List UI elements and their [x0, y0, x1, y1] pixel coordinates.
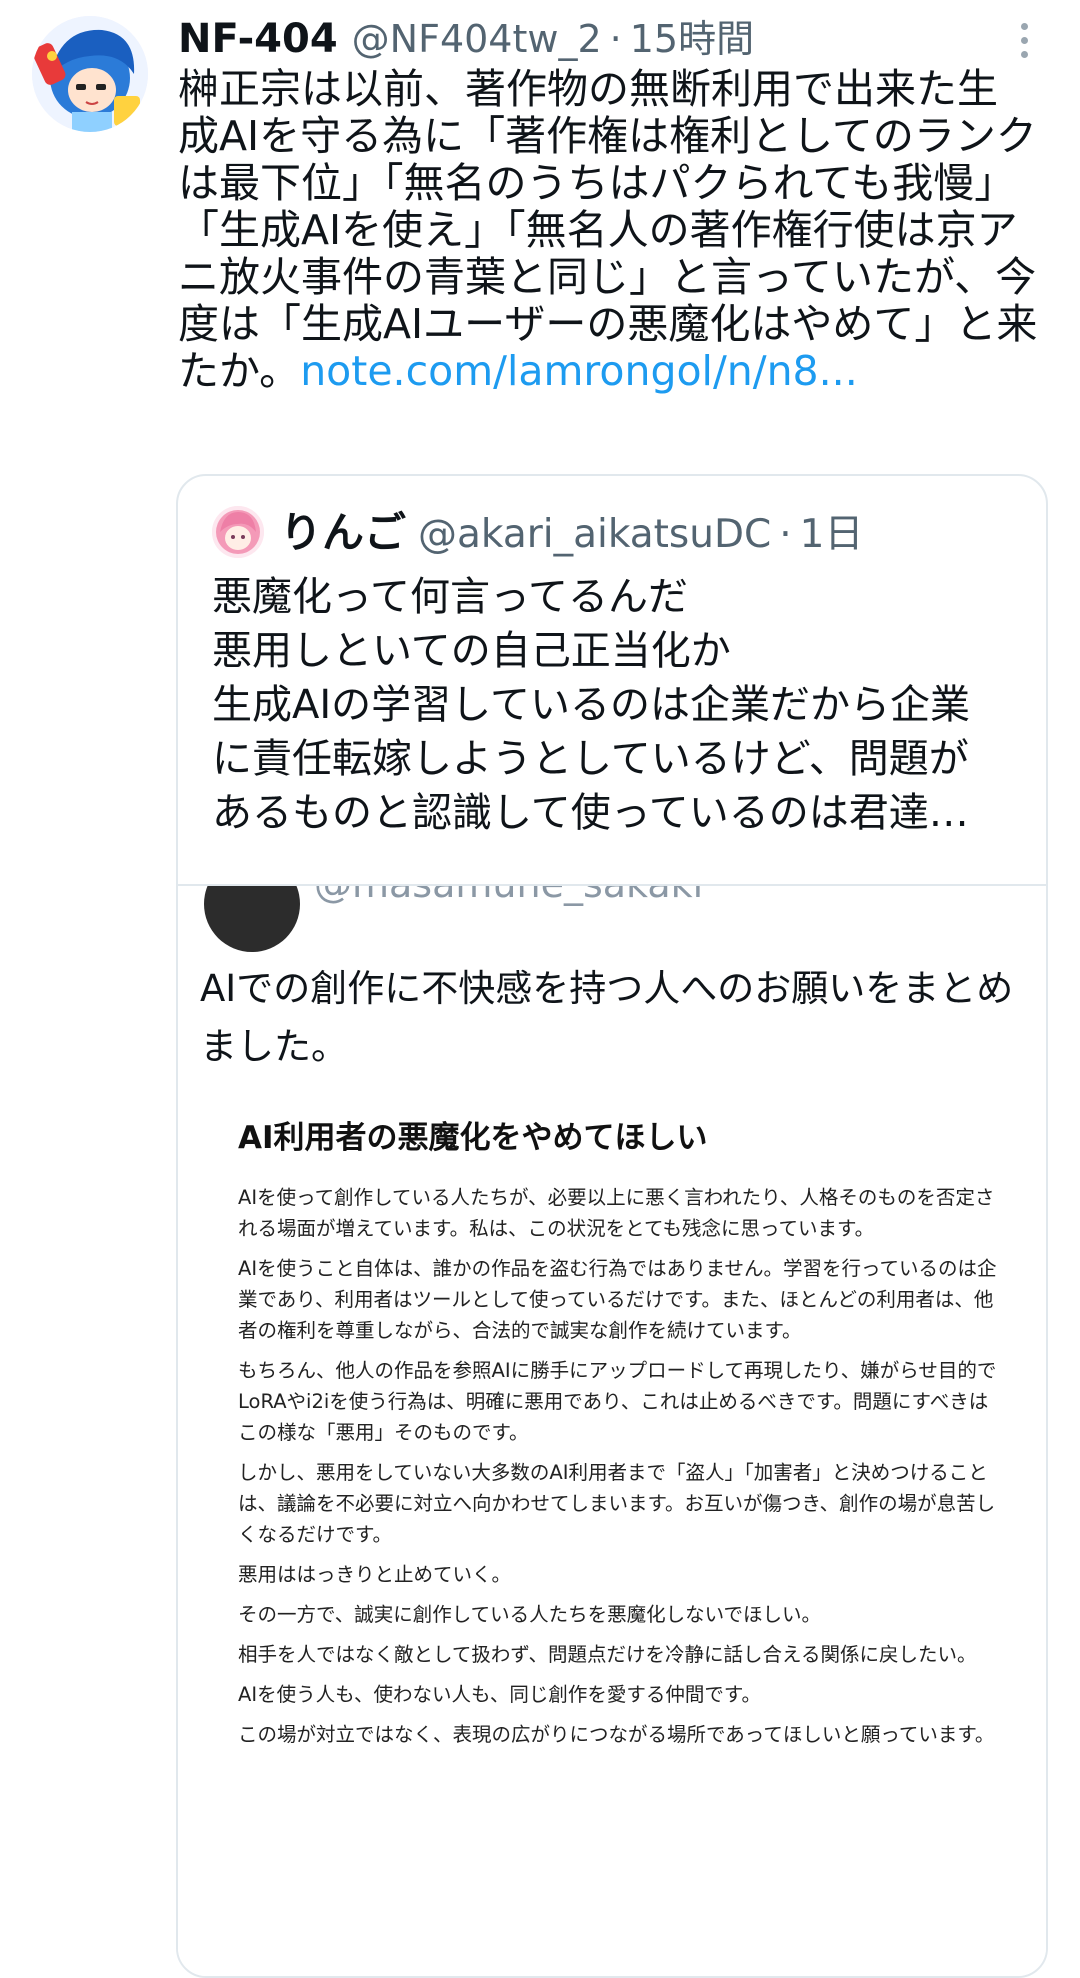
- doc-paragraph: この場が対立ではなく、表現の広がりにつながる場所であってほしいと願っています。: [238, 1723, 995, 1746]
- quoted-line: 悪用しといての自己正当化か: [212, 628, 731, 674]
- user-handle[interactable]: @NF404tw_2: [352, 14, 602, 64]
- more-options-icon[interactable]: [1006, 18, 1042, 62]
- doc-paragraph: 相手を人ではなく敵として扱わず、問題点だけを冷静に話し合える関係に戻したい。: [238, 1643, 977, 1666]
- avatar[interactable]: [32, 16, 148, 132]
- quoted-avatar[interactable]: [212, 506, 264, 558]
- quoted-timestamp[interactable]: 1日: [800, 508, 864, 562]
- quoted-header: りんご @akari_aikatsuDC · 1日: [280, 506, 863, 560]
- quoted-line: に責任転嫁しようとしているけど、問題が: [212, 736, 969, 782]
- tweet-header: NF-404 @NF404tw_2 · 15時間: [178, 14, 754, 64]
- doc-paragraph: AIを使う人も、使わない人も、同じ創作を愛する仲間です。: [238, 1683, 761, 1706]
- tweet-text: 榊正宗は以前、著作物の無断利用で出来た生成AIを守る為に「著作権は権利としてのラ…: [178, 66, 1038, 395]
- quoted-line: 悪魔化って何言ってるんだ: [212, 574, 688, 620]
- attached-image[interactable]: AI利用者の悪魔化をやめてほしい AIを使って創作している人たちが、必要以上に悪…: [178, 1086, 1046, 1976]
- quoted-text: 悪魔化って何言ってるんだ 悪用しといての自己正当化か 生成AIの学習しているのは…: [212, 570, 1012, 840]
- quoted-display-name[interactable]: りんご: [280, 506, 406, 560]
- tweet-body: 榊正宗は以前、著作物の無断利用で出来た生成AIを守る為に「著作権は権利としてのラ…: [178, 65, 1038, 395]
- quoted-avatar-image: [212, 506, 264, 558]
- quoted-tweet[interactable]: りんご @akari_aikatsuDC · 1日 悪魔化って何言ってるんだ 悪…: [176, 474, 1048, 1978]
- quoted-handle[interactable]: @akari_aikatsuDC: [418, 508, 771, 562]
- quote-divider: [178, 884, 1046, 886]
- doc-paragraph: 悪用ははっきりと止めていく。: [238, 1563, 512, 1586]
- doc-paragraph: その一方で、誠実に創作している人たちを悪魔化しないでほしい。: [238, 1603, 822, 1626]
- doc-paragraph: AIを使うこと自体は、誰かの作品を盗む行為ではありません。学習を行っているのは企…: [238, 1257, 997, 1342]
- avatar-image: [32, 16, 148, 132]
- display-name[interactable]: NF-404: [178, 14, 338, 64]
- inner-avatar: [204, 886, 300, 952]
- quoted-line: 生成AIの学習しているのは企業だから企業: [212, 682, 970, 728]
- doc-paragraph: もちろん、他人の作品を参照AIに勝手にアップロードして再現したり、嫌がらせ目的で…: [238, 1359, 997, 1444]
- tweet-link[interactable]: note.com/lamrongol/n/n8...: [300, 347, 858, 395]
- doc-paragraph: しかし、悪用をしていない大多数のAI利用者まで「盗人」「加害者」と決めつけること…: [238, 1461, 996, 1546]
- doc-body: AIを使って創作している人たちが、必要以上に悪く言われたり、人格そのものを否定さ…: [238, 1182, 1000, 1759]
- timestamp[interactable]: 15時間: [630, 14, 754, 64]
- quoted-line: あるものと認識して使っているのは君達…: [212, 790, 969, 836]
- inner-tweet-text: AIでの創作に不快感を持つ人へのお願いをまとめました。: [200, 967, 1014, 1068]
- quoted-separator: ·: [779, 512, 792, 557]
- separator-dot: ·: [609, 17, 622, 61]
- doc-title: AI利用者の悪魔化をやめてほしい: [238, 1120, 708, 1156]
- doc-paragraph: AIを使って創作している人たちが、必要以上に悪く言われたり、人格そのものを否定さ…: [238, 1186, 995, 1240]
